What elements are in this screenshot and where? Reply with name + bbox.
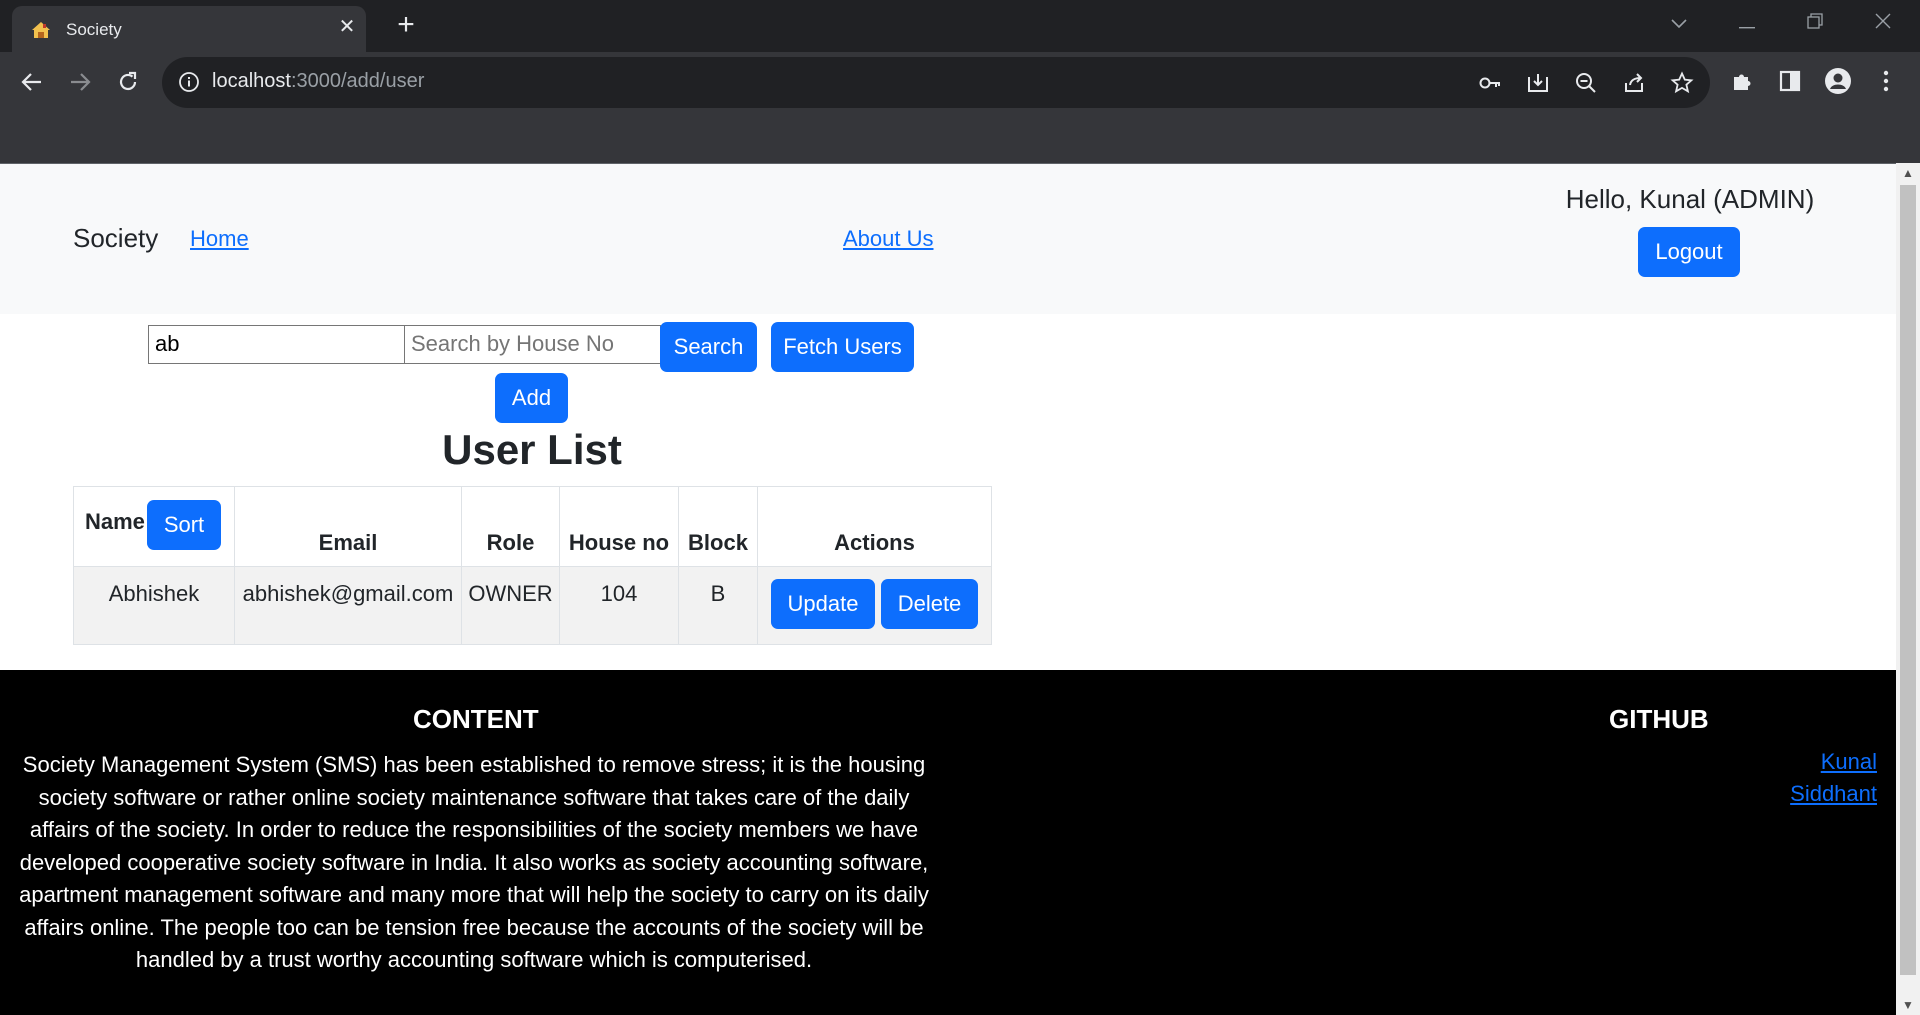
user-greeting: Hello, Kunal (ADMIN)	[1565, 184, 1815, 214]
delete-button[interactable]: Delete	[881, 579, 978, 629]
cell-actions: Update Delete	[757, 566, 992, 645]
forward-icon[interactable]	[61, 63, 99, 101]
tab-search-icon[interactable]	[1659, 8, 1699, 38]
share-icon[interactable]	[1620, 69, 1648, 97]
header-role: Role	[461, 486, 560, 567]
url-host: localhost	[212, 70, 291, 92]
page-scrollbar[interactable]: ▲ ▼	[1896, 163, 1920, 1015]
cell-block: B	[678, 566, 758, 645]
page-title: User List	[442, 426, 622, 473]
sort-button[interactable]: Sort	[147, 500, 221, 550]
house-no-search-input[interactable]: Search by House No	[404, 325, 661, 364]
header-name: Name Sort	[73, 486, 235, 567]
name-search-input[interactable]: ab	[148, 325, 405, 364]
user-table: Name Sort Email Role House no Block Acti…	[73, 486, 992, 645]
table-header-row: Name Sort Email Role House no Block Acti…	[73, 486, 992, 567]
browser-tab[interactable]: Society ✕	[12, 6, 366, 52]
nav-home-link[interactable]: Home	[190, 226, 249, 252]
profile-avatar-icon[interactable]	[1823, 66, 1853, 96]
extensions-icon[interactable]	[1727, 66, 1757, 96]
tab-strip: Society ✕ +	[0, 0, 1920, 52]
reload-icon[interactable]	[109, 63, 147, 101]
logout-button[interactable]: Logout	[1638, 227, 1740, 277]
url-path: :3000/add/user	[290, 70, 425, 92]
fetch-users-button[interactable]: Fetch Users	[771, 322, 914, 372]
address-bar[interactable]: localhost:3000/add/user	[162, 57, 1710, 108]
header-actions: Actions	[757, 486, 992, 567]
back-icon[interactable]	[13, 63, 51, 101]
browser-chrome: Society ✕ + localhost:3000/add/user	[0, 0, 1920, 163]
table-row: Abhishek abhishek@gmail.com OWNER 104 B …	[73, 566, 992, 645]
header-name-label: Name	[85, 509, 145, 534]
brand-logo-text[interactable]: Society	[73, 223, 158, 254]
house-favicon-icon	[32, 22, 50, 38]
restore-icon[interactable]	[1795, 8, 1835, 38]
window-close-icon[interactable]	[1863, 8, 1903, 38]
update-button[interactable]: Update	[771, 579, 875, 629]
minimize-icon[interactable]	[1727, 8, 1767, 38]
cell-house-no: 104	[559, 566, 679, 645]
footer-content-heading: CONTENT	[413, 704, 539, 734]
new-tab-icon[interactable]: +	[391, 10, 421, 41]
scroll-thumb[interactable]	[1900, 185, 1916, 975]
header-house-no: House no	[559, 486, 679, 567]
side-panel-icon[interactable]	[1775, 66, 1805, 96]
zoom-out-icon[interactable]	[1572, 69, 1600, 97]
site-navbar: Society Home About Us Hello, Kunal (ADMI…	[0, 164, 1896, 314]
key-icon[interactable]	[1476, 69, 1504, 97]
cell-role: OWNER	[461, 566, 560, 645]
nav-about-link[interactable]: About Us	[843, 226, 934, 252]
footer-github-heading: GITHUB	[1609, 704, 1709, 734]
scroll-down-arrow-icon[interactable]: ▼	[1896, 995, 1920, 1015]
scroll-up-arrow-icon[interactable]: ▲	[1896, 163, 1920, 183]
install-icon[interactable]	[1524, 69, 1552, 97]
add-user-button[interactable]: Add	[495, 373, 568, 423]
site-info-icon[interactable]	[178, 71, 200, 93]
url-text[interactable]: localhost:3000/add/user	[212, 70, 424, 93]
site-footer: CONTENT Society Management System (SMS) …	[0, 670, 1896, 1015]
github-link-kunal[interactable]: Kunal	[1770, 749, 1877, 775]
page-viewport: Society Home About Us Hello, Kunal (ADMI…	[0, 163, 1896, 1015]
footer-content-text: Society Management System (SMS) has been…	[19, 752, 929, 972]
cell-email: abhishek@gmail.com	[234, 566, 462, 645]
github-link-siddhant[interactable]: Siddhant	[1770, 781, 1877, 807]
tab-close-icon[interactable]: ✕	[335, 15, 359, 39]
tab-title: Society	[66, 20, 122, 39]
bookmark-star-icon[interactable]	[1668, 69, 1696, 97]
header-block: Block	[678, 486, 758, 567]
menu-kebab-icon[interactable]	[1871, 66, 1901, 96]
header-email: Email	[234, 486, 462, 567]
search-button[interactable]: Search	[660, 322, 757, 372]
browser-toolbar: localhost:3000/add/user	[0, 52, 1920, 112]
cell-name: Abhishek	[73, 566, 235, 645]
